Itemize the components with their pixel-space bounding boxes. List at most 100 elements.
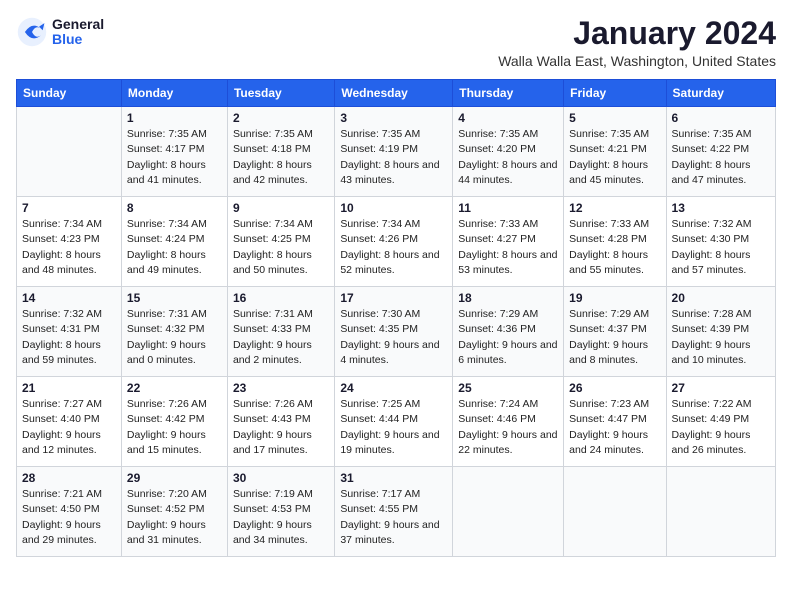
page-header: General Blue January 2024 Walla Walla Ea…: [16, 16, 776, 69]
calendar-cell: 12 Sunrise: 7:33 AMSunset: 4:28 PMDayligh…: [564, 197, 666, 287]
calendar-cell: 16 Sunrise: 7:31 AMSunset: 4:33 PMDayligh…: [227, 287, 334, 377]
day-number: 5: [569, 111, 660, 125]
day-info: Sunrise: 7:35 AMSunset: 4:18 PMDaylight:…: [233, 127, 329, 188]
day-number: 21: [22, 381, 116, 395]
day-info: Sunrise: 7:35 AMSunset: 4:22 PMDaylight:…: [672, 127, 770, 188]
calendar-cell: 31Sunrise: 7:17 AMSunset: 4:55 PMDayligh…: [335, 467, 453, 557]
week-row-3: 14Sunrise: 7:32 AMSunset: 4:31 PMDayligh…: [17, 287, 776, 377]
day-info: Sunrise: 7:33 AMSunset: 4:28 PMDaylight:…: [569, 217, 660, 278]
calendar-cell: 18Sunrise: 7:29 AMSunset: 4:36 PMDayligh…: [453, 287, 564, 377]
location: Walla Walla East, Washington, United Sta…: [498, 53, 776, 69]
day-number: 1: [127, 111, 222, 125]
day-number: 7: [22, 201, 116, 215]
calendar-cell: 29Sunrise: 7:20 AMSunset: 4:52 PMDayligh…: [121, 467, 227, 557]
day-number: 2: [233, 111, 329, 125]
weekday-header-sunday: Sunday: [17, 80, 122, 107]
logo: General Blue: [16, 16, 104, 48]
calendar-cell: 7 Sunrise: 7:34 AMSunset: 4:23 PMDaylight…: [17, 197, 122, 287]
day-info: Sunrise: 7:35 AMSunset: 4:19 PMDaylight:…: [340, 127, 447, 188]
day-info: Sunrise: 7:34 AMSunset: 4:26 PMDaylight:…: [340, 217, 447, 278]
calendar-cell: 21 Sunrise: 7:27 AMSunset: 4:40 PMDayligh…: [17, 377, 122, 467]
day-info: Sunrise: 7:34 AMSunset: 4:24 PMDaylight:…: [127, 217, 222, 278]
calendar-cell: [666, 467, 775, 557]
day-info: Sunrise: 7:26 AMSunset: 4:42 PMDaylight:…: [127, 397, 222, 458]
calendar-cell: 5 Sunrise: 7:35 AMSunset: 4:21 PMDaylight…: [564, 107, 666, 197]
day-info: Sunrise: 7:34 AMSunset: 4:25 PMDaylight:…: [233, 217, 329, 278]
calendar-cell: 22Sunrise: 7:26 AMSunset: 4:42 PMDayligh…: [121, 377, 227, 467]
day-number: 25: [458, 381, 558, 395]
day-info: Sunrise: 7:35 AMSunset: 4:21 PMDaylight:…: [569, 127, 660, 188]
calendar-cell: 17 Sunrise: 7:30 AMSunset: 4:35 PMDayligh…: [335, 287, 453, 377]
day-info: Sunrise: 7:20 AMSunset: 4:52 PMDaylight:…: [127, 487, 222, 548]
week-row-5: 28Sunrise: 7:21 AMSunset: 4:50 PMDayligh…: [17, 467, 776, 557]
calendar-table: SundayMondayTuesdayWednesdayThursdayFrid…: [16, 79, 776, 557]
calendar-cell: 1 Sunrise: 7:35 AMSunset: 4:17 PMDaylight…: [121, 107, 227, 197]
day-number: 14: [22, 291, 116, 305]
day-info: Sunrise: 7:35 AMSunset: 4:20 PMDaylight:…: [458, 127, 558, 188]
day-info: Sunrise: 7:33 AMSunset: 4:27 PMDaylight:…: [458, 217, 558, 278]
day-info: Sunrise: 7:35 AMSunset: 4:17 PMDaylight:…: [127, 127, 222, 188]
day-number: 19: [569, 291, 660, 305]
calendar-cell: 9 Sunrise: 7:34 AMSunset: 4:25 PMDaylight…: [227, 197, 334, 287]
logo-blue: Blue: [52, 32, 104, 47]
logo-general: General: [52, 17, 104, 32]
day-number: 10: [340, 201, 447, 215]
week-row-4: 21 Sunrise: 7:27 AMSunset: 4:40 PMDayligh…: [17, 377, 776, 467]
day-info: Sunrise: 7:26 AMSunset: 4:43 PMDaylight:…: [233, 397, 329, 458]
weekday-header-wednesday: Wednesday: [335, 80, 453, 107]
calendar-cell: [564, 467, 666, 557]
day-number: 31: [340, 471, 447, 485]
calendar-cell: 6 Sunrise: 7:35 AMSunset: 4:22 PMDaylight…: [666, 107, 775, 197]
day-number: 26: [569, 381, 660, 395]
calendar-cell: [453, 467, 564, 557]
calendar-cell: 26 Sunrise: 7:23 AMSunset: 4:47 PMDayligh…: [564, 377, 666, 467]
day-info: Sunrise: 7:21 AMSunset: 4:50 PMDaylight:…: [22, 487, 116, 548]
weekday-header-friday: Friday: [564, 80, 666, 107]
calendar-cell: 10 Sunrise: 7:34 AMSunset: 4:26 PMDayligh…: [335, 197, 453, 287]
week-row-1: 1 Sunrise: 7:35 AMSunset: 4:17 PMDaylight…: [17, 107, 776, 197]
calendar-cell: 28Sunrise: 7:21 AMSunset: 4:50 PMDayligh…: [17, 467, 122, 557]
week-row-2: 7 Sunrise: 7:34 AMSunset: 4:23 PMDaylight…: [17, 197, 776, 287]
day-number: 20: [672, 291, 770, 305]
day-number: 16: [233, 291, 329, 305]
calendar-cell: 4Sunrise: 7:35 AMSunset: 4:20 PMDaylight…: [453, 107, 564, 197]
weekday-header-thursday: Thursday: [453, 80, 564, 107]
day-number: 6: [672, 111, 770, 125]
day-info: Sunrise: 7:31 AMSunset: 4:33 PMDaylight:…: [233, 307, 329, 368]
day-number: 23: [233, 381, 329, 395]
weekday-header-tuesday: Tuesday: [227, 80, 334, 107]
day-info: Sunrise: 7:25 AMSunset: 4:44 PMDaylight:…: [340, 397, 447, 458]
calendar-cell: [17, 107, 122, 197]
day-number: 12: [569, 201, 660, 215]
weekday-header-monday: Monday: [121, 80, 227, 107]
logo-icon: [16, 16, 48, 48]
logo-text: General Blue: [52, 17, 104, 48]
day-info: Sunrise: 7:28 AMSunset: 4:39 PMDaylight:…: [672, 307, 770, 368]
day-info: Sunrise: 7:34 AMSunset: 4:23 PMDaylight:…: [22, 217, 116, 278]
day-number: 3: [340, 111, 447, 125]
day-info: Sunrise: 7:23 AMSunset: 4:47 PMDaylight:…: [569, 397, 660, 458]
calendar-cell: 30Sunrise: 7:19 AMSunset: 4:53 PMDayligh…: [227, 467, 334, 557]
day-number: 8: [127, 201, 222, 215]
calendar-cell: 11 Sunrise: 7:33 AMSunset: 4:27 PMDayligh…: [453, 197, 564, 287]
day-number: 9: [233, 201, 329, 215]
month-title: January 2024: [498, 16, 776, 51]
weekday-header-row: SundayMondayTuesdayWednesdayThursdayFrid…: [17, 80, 776, 107]
day-info: Sunrise: 7:29 AMSunset: 4:37 PMDaylight:…: [569, 307, 660, 368]
day-info: Sunrise: 7:31 AMSunset: 4:32 PMDaylight:…: [127, 307, 222, 368]
calendar-cell: 25 Sunrise: 7:24 AMSunset: 4:46 PMDayligh…: [453, 377, 564, 467]
calendar-cell: 19 Sunrise: 7:29 AMSunset: 4:37 PMDayligh…: [564, 287, 666, 377]
day-number: 17: [340, 291, 447, 305]
day-info: Sunrise: 7:24 AMSunset: 4:46 PMDaylight:…: [458, 397, 558, 458]
calendar-cell: 20 Sunrise: 7:28 AMSunset: 4:39 PMDayligh…: [666, 287, 775, 377]
day-info: Sunrise: 7:30 AMSunset: 4:35 PMDaylight:…: [340, 307, 447, 368]
day-number: 15: [127, 291, 222, 305]
day-info: Sunrise: 7:32 AMSunset: 4:30 PMDaylight:…: [672, 217, 770, 278]
day-info: Sunrise: 7:27 AMSunset: 4:40 PMDaylight:…: [22, 397, 116, 458]
day-number: 11: [458, 201, 558, 215]
calendar-cell: 8 Sunrise: 7:34 AMSunset: 4:24 PMDaylight…: [121, 197, 227, 287]
calendar-cell: 27Sunrise: 7:22 AMSunset: 4:49 PMDayligh…: [666, 377, 775, 467]
day-info: Sunrise: 7:22 AMSunset: 4:49 PMDaylight:…: [672, 397, 770, 458]
calendar-cell: 2 Sunrise: 7:35 AMSunset: 4:18 PMDaylight…: [227, 107, 334, 197]
weekday-header-saturday: Saturday: [666, 80, 775, 107]
